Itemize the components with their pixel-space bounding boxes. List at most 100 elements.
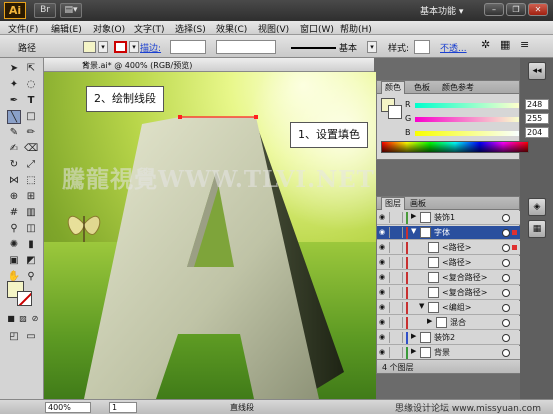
layer-name[interactable]: 字体 — [434, 227, 450, 238]
zoom-field[interactable]: 400% — [45, 402, 91, 413]
arrange-button[interactable]: ▤▾ — [60, 3, 82, 18]
current-tool-status[interactable]: 直线段 — [230, 402, 254, 413]
artboard-tool-icon[interactable]: ▣ — [7, 254, 21, 268]
layer-row[interactable]: ◉ ▶ 装饰2 — [377, 331, 520, 345]
layer-name[interactable]: <路径> — [442, 257, 471, 268]
style-swatch[interactable] — [414, 40, 430, 54]
fill-dropdown-icon[interactable]: ▾ — [98, 41, 108, 53]
dock-collapse-icon[interactable]: ◂◂ — [528, 62, 546, 80]
magic-wand-tool-icon[interactable]: ✦ — [7, 78, 21, 92]
target-circle-icon[interactable] — [502, 349, 510, 357]
gradient-tool-icon[interactable]: ▥ — [24, 206, 38, 220]
tab-swatches[interactable]: 色板 — [411, 82, 433, 93]
document-close-icon[interactable]: × — [82, 60, 368, 69]
pen-tool-icon[interactable]: ✒ — [7, 94, 21, 108]
lock-toggle[interactable] — [392, 227, 403, 238]
layer-name[interactable]: <复合路径> — [442, 287, 487, 298]
shape-builder-tool-icon[interactable]: ⊕ — [7, 190, 21, 204]
visibility-eye-icon[interactable]: ◉ — [379, 242, 390, 253]
target-circle-icon[interactable] — [502, 244, 510, 252]
lock-toggle[interactable] — [392, 212, 403, 223]
layer-name[interactable]: <复合路径> — [442, 272, 487, 283]
close-icon[interactable]: ✕ — [528, 3, 548, 16]
recolor-icon[interactable]: ✲ — [481, 38, 490, 51]
fill-swatch[interactable] — [83, 41, 96, 53]
lasso-tool-icon[interactable]: ◌ — [24, 78, 38, 92]
target-circle-icon[interactable] — [502, 319, 510, 327]
menu-select[interactable]: 选择(S) — [175, 22, 206, 35]
document-tab[interactable]: 背景.ai* @ 400% (RGB/预览) × — [44, 58, 374, 72]
target-circle-icon[interactable] — [502, 304, 510, 312]
layer-name[interactable]: <路径> — [442, 242, 471, 253]
selection-indicator[interactable] — [512, 230, 517, 235]
artboard-canvas[interactable]: 騰龍視覺WWW.TLVI.NET 2、绘制线段 1、设置填色 — [44, 72, 376, 399]
stroke-color-box[interactable] — [17, 291, 32, 306]
menu-file[interactable]: 文件(F) — [8, 22, 38, 35]
visibility-eye-icon[interactable]: ◉ — [379, 287, 390, 298]
artboard-number-field[interactable]: 1 — [109, 402, 137, 413]
layer-row[interactable]: ◉ <路径> — [377, 256, 520, 270]
column-graph-tool-icon[interactable]: ▮ — [24, 238, 38, 252]
menu-type[interactable]: 文字(T) — [134, 22, 165, 35]
zoom-tool-icon[interactable]: ⚲ — [24, 270, 38, 284]
paintbrush-tool-icon[interactable]: ✎ — [7, 126, 21, 140]
layer-name[interactable]: 背景 — [434, 347, 450, 358]
tab-artboards[interactable]: 画板 — [407, 198, 429, 209]
perspective-grid-tool-icon[interactable]: ⊞ — [24, 190, 38, 204]
visibility-eye-icon[interactable]: ◉ — [379, 317, 390, 328]
draw-mode-icon[interactable]: ◰ — [7, 330, 21, 344]
stroke-weight-field[interactable] — [170, 40, 206, 54]
pencil-tool-icon[interactable]: ✏ — [24, 126, 38, 140]
symbol-sprayer-tool-icon[interactable]: ✺ — [7, 238, 21, 252]
visibility-eye-icon[interactable]: ◉ — [379, 272, 390, 283]
screen-mode-icon[interactable]: ▭ — [24, 330, 38, 344]
menu-effect[interactable]: 效果(C) — [216, 22, 247, 35]
lock-toggle[interactable] — [392, 347, 403, 358]
target-circle-icon[interactable] — [502, 289, 510, 297]
direct-selection-tool-icon[interactable]: ⇱ — [24, 62, 38, 76]
lock-toggle[interactable] — [392, 302, 403, 313]
visibility-eye-icon[interactable]: ◉ — [379, 227, 390, 238]
expand-triangle-icon[interactable]: ▶ — [411, 332, 416, 340]
menu-help[interactable]: 帮助(H) — [340, 22, 372, 35]
b-value-field[interactable]: 204 — [525, 127, 549, 138]
visibility-eye-icon[interactable]: ◉ — [379, 302, 390, 313]
target-circle-icon[interactable] — [502, 334, 510, 342]
layer-name[interactable]: 装饰2 — [434, 332, 455, 343]
mesh-tool-icon[interactable]: # — [7, 206, 21, 220]
eraser-tool-icon[interactable]: ⌫ — [24, 142, 38, 156]
expand-triangle-icon[interactable]: ▶ — [411, 347, 416, 355]
target-circle-icon[interactable] — [502, 214, 510, 222]
tab-color-guide[interactable]: 颜色参考 — [439, 82, 477, 93]
free-transform-tool-icon[interactable]: ⬚ — [24, 174, 38, 188]
bridge-button[interactable]: Br — [34, 3, 56, 18]
brush-dropdown-icon[interactable]: ▾ — [367, 41, 377, 53]
menu-window[interactable]: 窗口(W) — [300, 22, 334, 35]
expand-triangle-icon[interactable]: ▶ — [427, 317, 432, 325]
lock-toggle[interactable] — [392, 317, 403, 328]
rotate-tool-icon[interactable]: ↻ — [7, 158, 21, 172]
variable-width-field[interactable] — [216, 40, 276, 54]
tab-layers[interactable]: 图层 — [381, 197, 405, 210]
stroke-swatch[interactable] — [114, 41, 127, 53]
brush-label[interactable]: 基本 — [339, 41, 357, 54]
expand-triangle-icon[interactable]: ▶ — [411, 212, 416, 220]
selection-tool-icon[interactable]: ➤ — [7, 62, 21, 76]
target-circle-icon[interactable] — [502, 274, 510, 282]
visibility-eye-icon[interactable]: ◉ — [379, 347, 390, 358]
layer-name[interactable]: <编组> — [442, 302, 471, 313]
opacity-link[interactable]: 不透... — [440, 41, 467, 54]
layer-row[interactable]: ◉ ▶ 背景 — [377, 346, 520, 360]
scale-tool-icon[interactable]: ⤢ — [24, 158, 38, 172]
stroke-dropdown-icon[interactable]: ▾ — [129, 41, 139, 53]
layer-row[interactable]: ◉ ▶ 混合 — [377, 316, 520, 330]
arrange-docs-icon[interactable]: ▦ — [500, 38, 510, 51]
width-tool-icon[interactable]: ⋈ — [7, 174, 21, 188]
eyedropper-tool-icon[interactable]: ⚲ — [7, 222, 21, 236]
target-circle-icon[interactable] — [502, 229, 510, 237]
layer-row[interactable]: ◉ ▼ <编组> — [377, 301, 520, 315]
minimize-icon[interactable]: – — [484, 3, 504, 16]
expand-triangle-icon[interactable]: ▼ — [411, 227, 416, 235]
layer-name[interactable]: 装饰1 — [434, 212, 455, 223]
restore-icon[interactable]: ❐ — [506, 3, 526, 16]
